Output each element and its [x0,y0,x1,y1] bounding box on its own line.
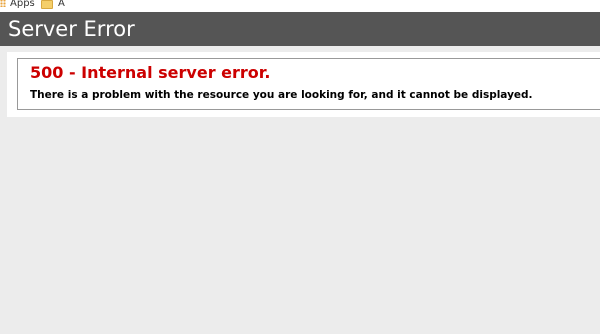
bookmark-folder-a[interactable]: A [41,0,65,10]
error-title: 500 - Internal server error. [30,63,271,82]
bookmark-folder-a-label: A [58,0,65,9]
error-box: 500 - Internal server error. There is a … [17,58,600,110]
page-title: Server Error [8,17,135,41]
apps-grid-icon [0,0,6,7]
bookmarks-bar: Apps A [0,0,600,12]
folder-icon [41,0,53,9]
bookmark-apps[interactable]: Apps [0,0,35,10]
page-header: Server Error [0,12,600,46]
bookmark-apps-label: Apps [10,0,35,9]
content-area: 500 - Internal server error. There is a … [7,52,600,117]
error-description: There is a problem with the resource you… [30,89,533,101]
